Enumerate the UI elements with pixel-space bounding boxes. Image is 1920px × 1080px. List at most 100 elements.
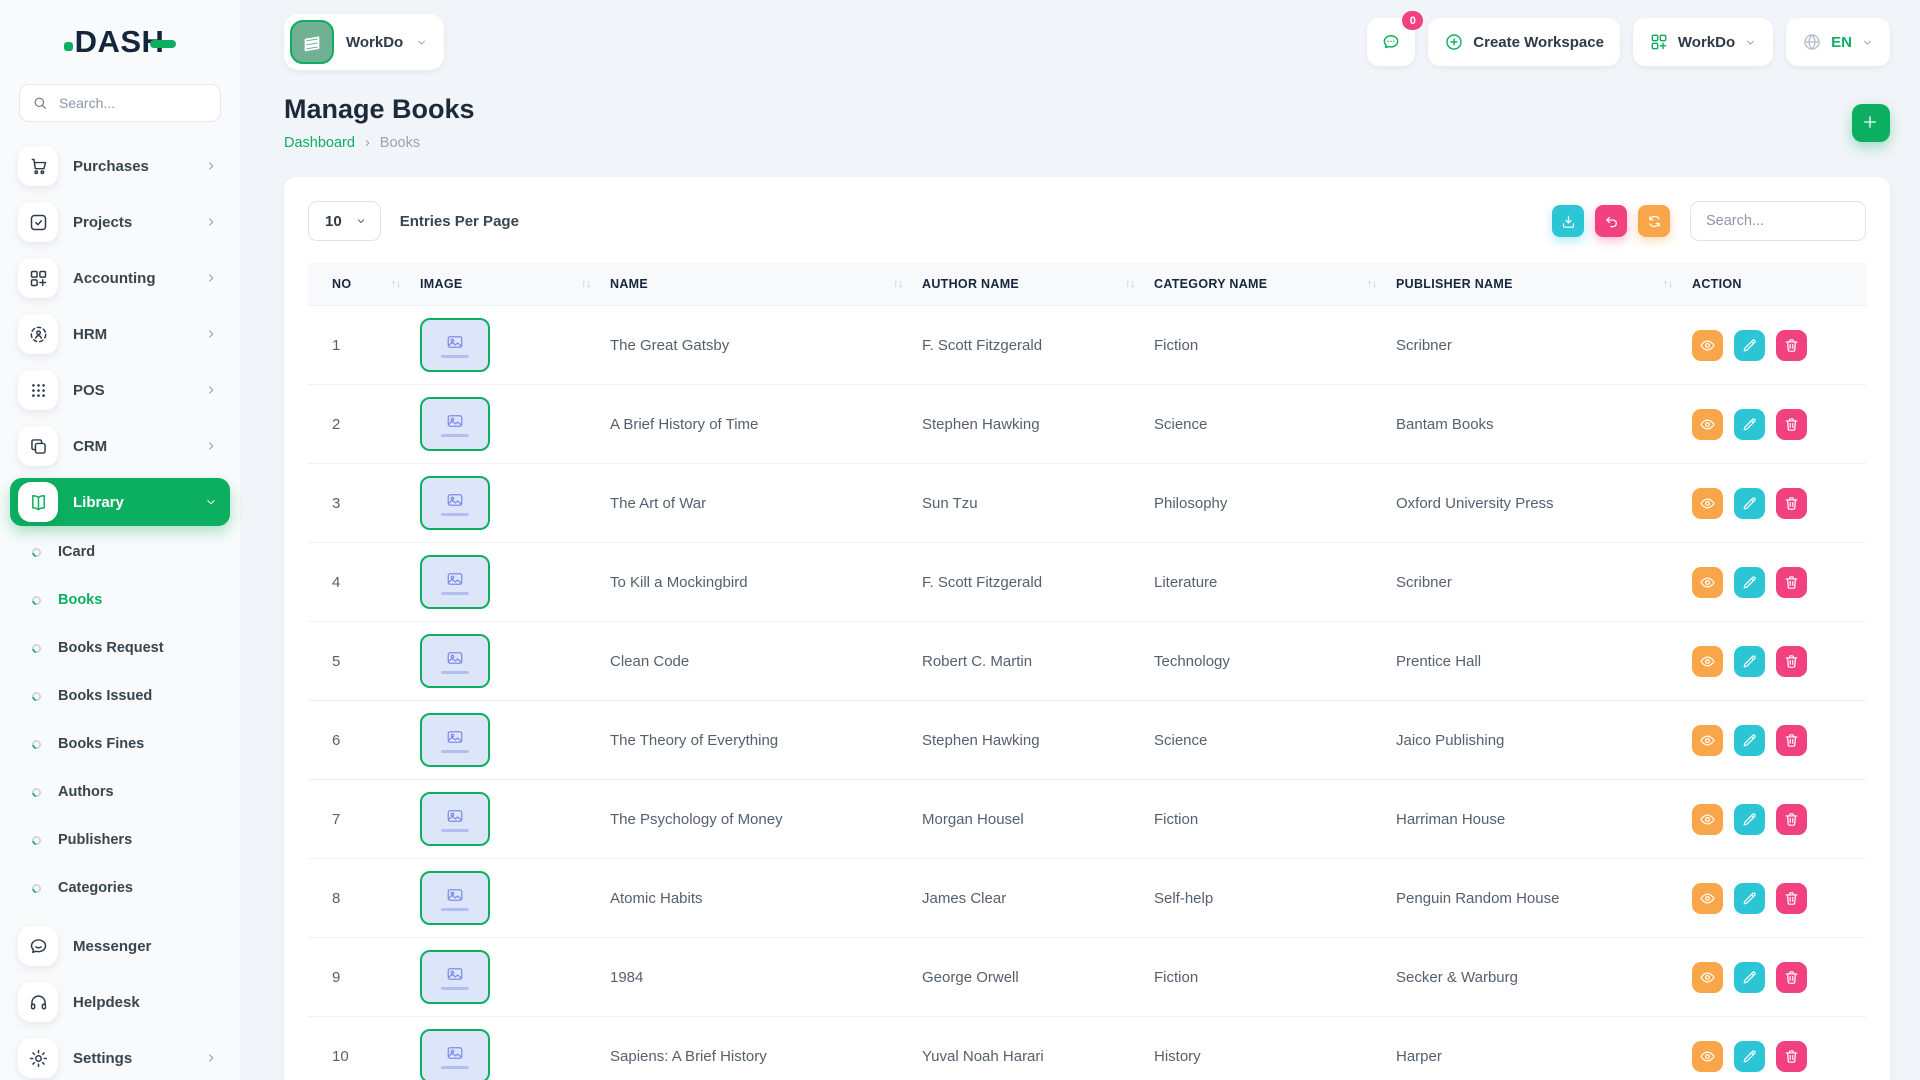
column-header-image[interactable]: IMAGE ↑↓ bbox=[410, 263, 600, 306]
sidebar-item-hrm[interactable]: HRM bbox=[10, 310, 230, 358]
sidebar-item-settings[interactable]: Settings bbox=[10, 1034, 230, 1080]
column-label: ACTION bbox=[1692, 277, 1742, 291]
sidebar-item-crm[interactable]: CRM bbox=[10, 422, 230, 470]
view-button[interactable] bbox=[1692, 883, 1723, 914]
sort-icon[interactable]: ↑↓ bbox=[1367, 278, 1376, 290]
sidebar-subitem-icard[interactable]: ICard bbox=[0, 528, 240, 576]
add-book-button[interactable] bbox=[1852, 104, 1890, 142]
sidebar-subitem-authors[interactable]: Authors bbox=[0, 768, 240, 816]
delete-button[interactable] bbox=[1776, 962, 1807, 993]
sort-icon[interactable]: ↑↓ bbox=[391, 278, 400, 290]
view-button[interactable] bbox=[1692, 567, 1723, 598]
book-image-placeholder[interactable] bbox=[420, 1029, 490, 1080]
view-button[interactable] bbox=[1692, 804, 1723, 835]
row-actions bbox=[1692, 330, 1856, 361]
image-icon bbox=[444, 333, 466, 351]
column-header-category-name[interactable]: CATEGORY NAME↑↓ bbox=[1144, 263, 1386, 306]
sidebar-item-accounting[interactable]: Accounting bbox=[10, 254, 230, 302]
edit-button[interactable] bbox=[1734, 488, 1765, 519]
delete-button[interactable] bbox=[1776, 804, 1807, 835]
row-actions bbox=[1692, 725, 1856, 756]
view-button[interactable] bbox=[1692, 409, 1723, 440]
column-label: IMAGE bbox=[420, 277, 462, 291]
edit-button[interactable] bbox=[1734, 883, 1765, 914]
edit-button[interactable] bbox=[1734, 1041, 1765, 1072]
app-logo[interactable]: DASH bbox=[0, 24, 240, 60]
sidebar-subitem-books[interactable]: Books bbox=[0, 576, 240, 624]
view-button[interactable] bbox=[1692, 725, 1723, 756]
breadcrumb-dashboard-link[interactable]: Dashboard bbox=[284, 135, 355, 151]
book-image-placeholder[interactable] bbox=[420, 397, 490, 451]
workspace-select[interactable]: WorkDo bbox=[284, 14, 444, 70]
delete-button[interactable] bbox=[1776, 883, 1807, 914]
column-header-name[interactable]: NAME↑↓ bbox=[600, 263, 912, 306]
book-image-placeholder[interactable] bbox=[420, 476, 490, 530]
delete-button[interactable] bbox=[1776, 1041, 1807, 1072]
entries-per-page-select[interactable]: 10 bbox=[308, 201, 381, 241]
sidebar-item-pos[interactable]: POS bbox=[10, 366, 230, 414]
edit-button[interactable] bbox=[1734, 567, 1765, 598]
edit-button[interactable] bbox=[1734, 804, 1765, 835]
sidebar-item-projects[interactable]: Projects bbox=[10, 198, 230, 246]
chevron-right-icon bbox=[204, 1051, 218, 1065]
column-header-publisher-name[interactable]: PUBLISHER NAME↑↓ bbox=[1386, 263, 1682, 306]
book-image-placeholder[interactable] bbox=[420, 871, 490, 925]
column-header-author-name[interactable]: AUTHOR NAME↑↓ bbox=[912, 263, 1144, 306]
edit-button[interactable] bbox=[1734, 962, 1765, 993]
sidebar-item-purchases[interactable]: Purchases bbox=[10, 142, 230, 190]
book-image-placeholder[interactable] bbox=[420, 634, 490, 688]
table-search-input[interactable] bbox=[1690, 201, 1866, 241]
cell-author: Yuval Noah Harari bbox=[912, 1017, 1144, 1080]
view-button[interactable] bbox=[1692, 330, 1723, 361]
sidebar-item-messenger[interactable]: Messenger bbox=[10, 922, 230, 970]
book-image-placeholder[interactable] bbox=[420, 713, 490, 767]
sort-icon[interactable]: ↑↓ bbox=[893, 278, 902, 290]
language-button[interactable]: EN bbox=[1786, 18, 1890, 66]
view-button[interactable] bbox=[1692, 1041, 1723, 1072]
sidebar-search-input[interactable] bbox=[57, 94, 208, 112]
delete-button[interactable] bbox=[1776, 567, 1807, 598]
delete-button[interactable] bbox=[1776, 646, 1807, 677]
edit-button[interactable] bbox=[1734, 725, 1765, 756]
delete-button[interactable] bbox=[1776, 330, 1807, 361]
cell-publisher: Harper bbox=[1386, 1017, 1682, 1080]
sidebar-subitem-books-request[interactable]: Books Request bbox=[0, 624, 240, 672]
cell-author: Sun Tzu bbox=[912, 464, 1144, 543]
export-button[interactable] bbox=[1552, 205, 1584, 237]
cell-publisher: Harriman House bbox=[1386, 780, 1682, 859]
sort-icon[interactable]: ↑↓ bbox=[1663, 278, 1672, 290]
delete-button[interactable] bbox=[1776, 725, 1807, 756]
messenger-button[interactable]: 0 bbox=[1367, 18, 1415, 66]
pencil-icon bbox=[1741, 969, 1758, 986]
book-image-placeholder[interactable] bbox=[420, 318, 490, 372]
sidebar-subitem-books-fines[interactable]: Books Fines bbox=[0, 720, 240, 768]
cell-publisher: Bantam Books bbox=[1386, 385, 1682, 464]
delete-button[interactable] bbox=[1776, 488, 1807, 519]
edit-button[interactable] bbox=[1734, 646, 1765, 677]
sidebar-subitem-categories[interactable]: Categories bbox=[0, 864, 240, 912]
column-header-no[interactable]: NO↑↓ bbox=[308, 263, 410, 306]
sort-icon[interactable]: ↑↓ bbox=[1125, 278, 1134, 290]
image-icon bbox=[444, 649, 466, 667]
sidebar-item-helpdesk[interactable]: Helpdesk bbox=[10, 978, 230, 1026]
sidebar-subitem-publishers[interactable]: Publishers bbox=[0, 816, 240, 864]
sort-icon[interactable]: ↑↓ bbox=[581, 278, 590, 290]
view-button[interactable] bbox=[1692, 646, 1723, 677]
edit-button[interactable] bbox=[1734, 330, 1765, 361]
book-image-placeholder[interactable] bbox=[420, 792, 490, 846]
view-button[interactable] bbox=[1692, 488, 1723, 519]
edit-button[interactable] bbox=[1734, 409, 1765, 440]
book-image-placeholder[interactable] bbox=[420, 555, 490, 609]
delete-button[interactable] bbox=[1776, 409, 1807, 440]
refresh-button[interactable] bbox=[1638, 205, 1670, 237]
workspace-menu-button[interactable]: WorkDo bbox=[1633, 18, 1773, 66]
view-button[interactable] bbox=[1692, 962, 1723, 993]
sidebar-item-library[interactable]: Library bbox=[10, 478, 230, 526]
create-workspace-button[interactable]: Create Workspace bbox=[1428, 18, 1620, 66]
cell-name: 1984 bbox=[600, 938, 912, 1017]
book-image-placeholder[interactable] bbox=[420, 950, 490, 1004]
cell-category: Philosophy bbox=[1144, 464, 1386, 543]
sidebar-subitem-books-issued[interactable]: Books Issued bbox=[0, 672, 240, 720]
back-button[interactable] bbox=[1595, 205, 1627, 237]
table-toolbar: 10 Entries Per Page bbox=[308, 201, 1866, 241]
